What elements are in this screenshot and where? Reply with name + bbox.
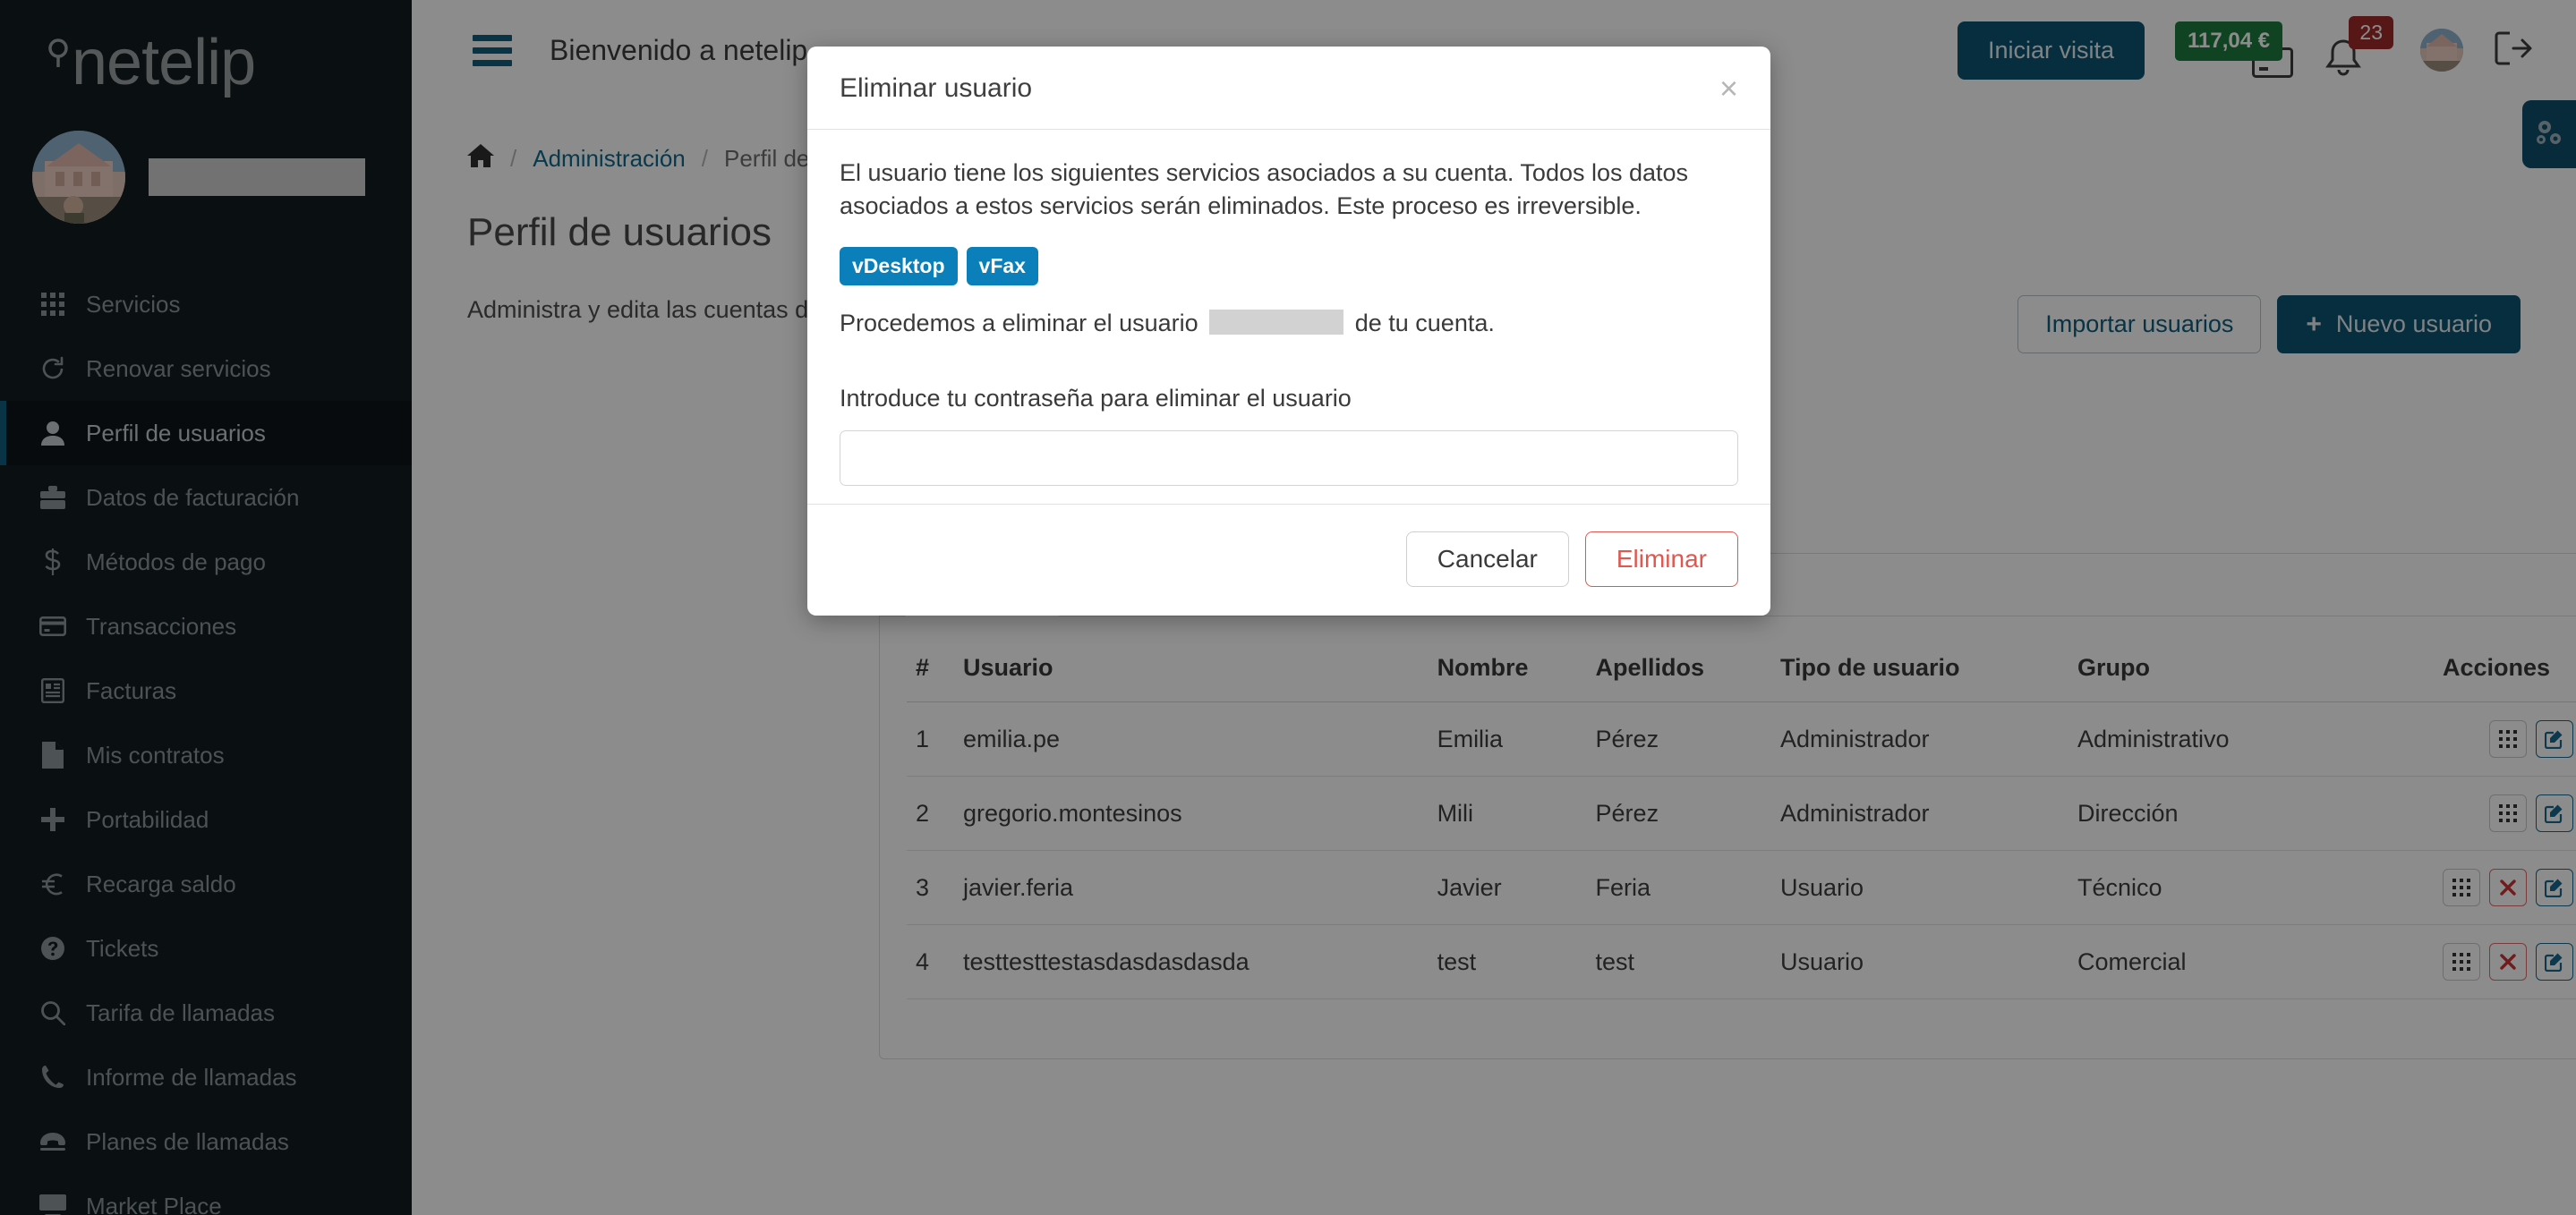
service-badge-vdesktop: vDesktop	[840, 246, 958, 285]
sentence-prefix: Procedemos a eliminar el usuario	[840, 309, 1198, 336]
modal-title: Eliminar usuario	[840, 73, 1033, 103]
modal-footer: Cancelar Eliminar	[807, 503, 1770, 616]
cancel-button[interactable]: Cancelar	[1405, 531, 1569, 587]
sentence-suffix: de tu cuenta.	[1354, 309, 1495, 336]
app-root: netelip Servicios Renovar servicios Perf…	[0, 0, 2576, 1215]
password-input[interactable]	[840, 429, 1738, 486]
modal-body: El usuario tiene los siguientes servicio…	[807, 130, 1770, 504]
modal-header: Eliminar usuario ×	[807, 47, 1770, 130]
delete-user-modal: Eliminar usuario × El usuario tiene los …	[807, 47, 1770, 616]
delete-button[interactable]: Eliminar	[1584, 531, 1738, 587]
password-label: Introduce tu contraseña para eliminar el…	[840, 384, 1352, 412]
close-icon[interactable]: ×	[1719, 72, 1738, 105]
modal-confirm-sentence: Procedemos a eliminar el usuario de tu c…	[840, 307, 1738, 340]
service-badges: vDesktop vFax	[840, 246, 1738, 285]
modal-warning-text: El usuario tiene los siguientes servicio…	[840, 159, 1689, 220]
username-redacted	[1209, 309, 1344, 335]
service-badge-vfax: vFax	[966, 246, 1038, 285]
